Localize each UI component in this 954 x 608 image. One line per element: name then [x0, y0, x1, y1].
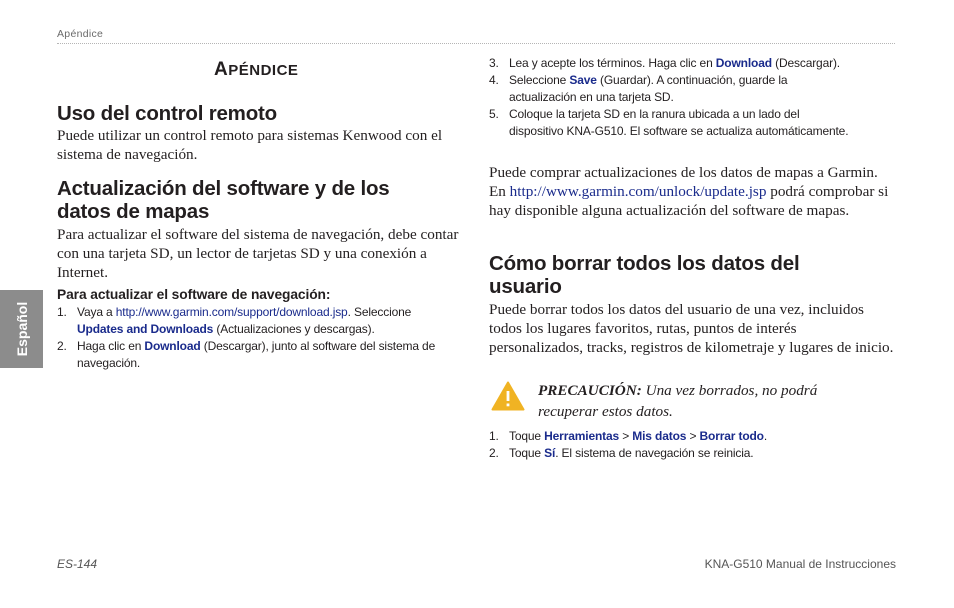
section-title: APÉNDICE: [214, 59, 299, 80]
remote-heading: Uso del control remoto: [57, 102, 277, 125]
header-divider: [57, 43, 895, 44]
download-keyword: Download: [715, 56, 772, 70]
mis-datos-keyword: Mis datos: [632, 429, 687, 443]
download-keyword: Download: [144, 339, 201, 353]
erase-steps-list: 1. Toque Herramientas > Mis datos > Borra…: [489, 428, 889, 462]
update-procedure-heading: Para actualizar el software de navegació…: [57, 287, 331, 302]
caution-note: PRECAUCIÓN: Una vez borrados, no podrá r…: [538, 382, 818, 420]
list-item: 2. Haga clic en Download (Descargar), jun…: [57, 339, 436, 370]
update-body: Para actualizar el software del sistema …: [57, 226, 459, 281]
update-steps-list: 1. Vaya a http://www.garmin.com/support/d…: [57, 304, 437, 372]
caution-label: PRECAUCIÓN:: [538, 382, 642, 399]
list-item: 2. Toque Sí. El sistema de navegación se …: [489, 446, 754, 460]
language-side-tab: Español: [0, 290, 43, 368]
list-item: 5. Coloque la tarjeta SD en la ranura ubi…: [489, 107, 849, 138]
maps-update-body: Puede comprar actualizaciones de los dat…: [489, 164, 889, 219]
running-header: Apéndice: [57, 28, 104, 40]
list-item: 3. Lea y acepte los términos. Haga clic e…: [489, 56, 840, 70]
warning-triangle-icon: [491, 381, 525, 411]
si-keyword: Sí: [544, 446, 556, 460]
save-keyword: Save: [569, 73, 597, 87]
list-item: 1. Toque Herramientas > Mis datos > Borra…: [489, 429, 768, 443]
update-heading: Actualización del software y de los datos…: [57, 177, 390, 223]
manual-title: KNA-G510 Manual de Instrucciones: [704, 557, 896, 571]
list-item: 4. Seleccione Save (Guardar). A continuac…: [489, 73, 788, 104]
updates-and-downloads-keyword: Updates and Downloads: [77, 322, 214, 336]
borrar-todo-keyword: Borrar todo: [699, 429, 765, 443]
support-download-link[interactable]: http://www.garmin.com/support/download.j…: [116, 305, 348, 319]
herramientas-keyword: Herramientas: [544, 429, 620, 443]
remote-body: Puede utilizar un control remoto para si…: [57, 127, 443, 163]
page-number: ES-144: [57, 557, 98, 571]
erase-body: Puede borrar todos los datos del usuario…: [489, 301, 894, 356]
unlock-update-link[interactable]: http://www.garmin.com/unlock/update.jsp: [510, 183, 767, 200]
update-steps-list-continued: 3. Lea y acepte los términos. Haga clic e…: [489, 55, 899, 140]
list-item: 1. Vaya a http://www.garmin.com/support/d…: [57, 305, 412, 336]
erase-heading: Cómo borrar todos los datos del usuario: [489, 252, 800, 298]
language-side-tab-label: Español: [13, 301, 30, 357]
